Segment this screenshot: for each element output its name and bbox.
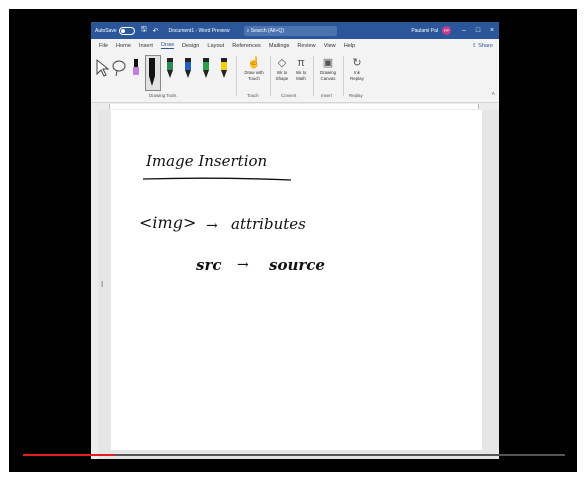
pen-yellow-highlighter-icon[interactable]	[219, 58, 229, 80]
ribbon-separator	[343, 56, 344, 96]
highlighter-icon[interactable]	[131, 58, 141, 80]
lasso-select-icon[interactable]	[111, 58, 127, 78]
document-title: Document1 - Word Preview	[168, 27, 230, 34]
close-icon[interactable]: ×	[485, 27, 499, 34]
ink-attributes: attributes	[231, 215, 306, 233]
tab-help[interactable]: Help	[344, 43, 356, 49]
ink-arrow-2: →	[237, 257, 249, 273]
video-progress-fill	[23, 454, 116, 456]
group-label-insert: Insert	[321, 93, 332, 98]
tab-draw[interactable]: Draw	[160, 42, 174, 49]
ink-replay-label: Ink Replay	[350, 70, 364, 81]
word-window: AutoSave 🖫 ↶ Document1 - Word Preview ⌕ …	[91, 22, 499, 459]
ink-replay-icon: ↻	[352, 57, 362, 69]
pen-blue-icon[interactable]	[183, 58, 193, 80]
ribbon-separator	[236, 56, 237, 96]
share-button[interactable]: ⇪ Share	[472, 43, 493, 49]
draw-with-touch-label: Draw with Touch	[244, 70, 264, 81]
group-label-replay: Replay	[349, 93, 363, 98]
document-area: Image Insertion <img> → attributes src →…	[91, 110, 499, 459]
draw-ribbon: Drawing Tools ☝ Draw with Touch Touch ◇ …	[91, 52, 499, 103]
autosave-toggle[interactable]	[118, 26, 135, 35]
collapse-ribbon-icon[interactable]: ˄	[491, 92, 495, 98]
select-cursor-icon[interactable]	[95, 58, 109, 78]
vertical-ruler	[91, 110, 98, 459]
document-page[interactable]: Image Insertion <img> → attributes src →…	[101, 110, 482, 450]
maximize-icon[interactable]: □	[471, 27, 485, 34]
search-box[interactable]: ⌕ Search (Alt+Q)	[243, 25, 337, 36]
pen-black-icon[interactable]	[147, 58, 157, 88]
heading-underline	[143, 177, 292, 181]
ink-arrow-1: →	[206, 218, 218, 234]
drawing-canvas-label: Drawing Canvas	[319, 70, 337, 81]
avatar[interactable]: PP	[442, 26, 451, 35]
share-label: Share	[478, 42, 493, 49]
title-bar: AutoSave 🖫 ↶ Document1 - Word Preview ⌕ …	[91, 22, 499, 39]
ink-to-math-icon: π	[297, 57, 305, 69]
autosave-label: AutoSave	[95, 27, 117, 34]
ribbon-tabs: File Home Insert Draw Design Layout Refe…	[91, 39, 499, 52]
user-name[interactable]: Paulami Pal	[411, 28, 438, 34]
ink-to-shape-icon: ◇	[277, 57, 287, 69]
ink-img-tag: <img>	[139, 213, 197, 232]
ruler-margin-area	[109, 104, 479, 109]
tab-file[interactable]: File	[99, 43, 108, 49]
minimize-icon[interactable]: –	[457, 27, 471, 34]
video-player[interactable]: AutoSave 🖫 ↶ Document1 - Word Preview ⌕ …	[23, 11, 565, 461]
horizontal-ruler	[91, 103, 499, 110]
group-label-drawing-tools: Drawing Tools	[149, 93, 177, 98]
tab-design[interactable]: Design	[182, 43, 199, 49]
tab-insert[interactable]: Insert	[139, 43, 153, 49]
ink-replay-button[interactable]: ↻ Ink Replay	[347, 56, 367, 81]
ink-src: src	[196, 256, 222, 274]
pen-green-icon[interactable]	[165, 58, 175, 80]
tab-mailings[interactable]: Mailings	[269, 43, 290, 49]
search-placeholder: Search (Alt+Q)	[250, 27, 284, 34]
touch-hand-icon: ☝	[247, 57, 261, 69]
pen-light-green-icon[interactable]	[201, 58, 211, 80]
draw-with-touch-button[interactable]: ☝ Draw with Touch	[241, 56, 267, 81]
ink-heading: Image Insertion	[146, 152, 268, 170]
drawing-canvas-icon: ▣	[322, 57, 334, 69]
group-label-convert: Convert	[281, 93, 297, 98]
video-progress-track[interactable]	[23, 454, 565, 456]
tab-view[interactable]: View	[324, 43, 336, 49]
ink-to-shape-button[interactable]: ◇ Ink to Shape	[273, 56, 291, 81]
ribbon-separator	[270, 56, 271, 96]
ink-source: source	[269, 256, 325, 274]
tab-home[interactable]: Home	[116, 43, 131, 49]
undo-icon[interactable]: ↶	[153, 27, 159, 35]
save-icon[interactable]: 🖫	[141, 25, 147, 36]
drawing-canvas-button[interactable]: ▣ Drawing Canvas	[317, 56, 339, 81]
ribbon-separator	[313, 56, 314, 96]
group-label-touch: Touch	[247, 93, 259, 98]
ink-to-math-button[interactable]: π Ink to Math	[292, 56, 310, 81]
tab-layout[interactable]: Layout	[207, 43, 224, 49]
ink-to-math-label: Ink to Math	[295, 70, 307, 81]
tab-references[interactable]: References	[232, 43, 261, 49]
tab-review[interactable]: Review	[297, 43, 315, 49]
ink-to-shape-label: Ink to Shape	[275, 70, 289, 81]
mouse-cursor-icon: I	[101, 280, 104, 289]
